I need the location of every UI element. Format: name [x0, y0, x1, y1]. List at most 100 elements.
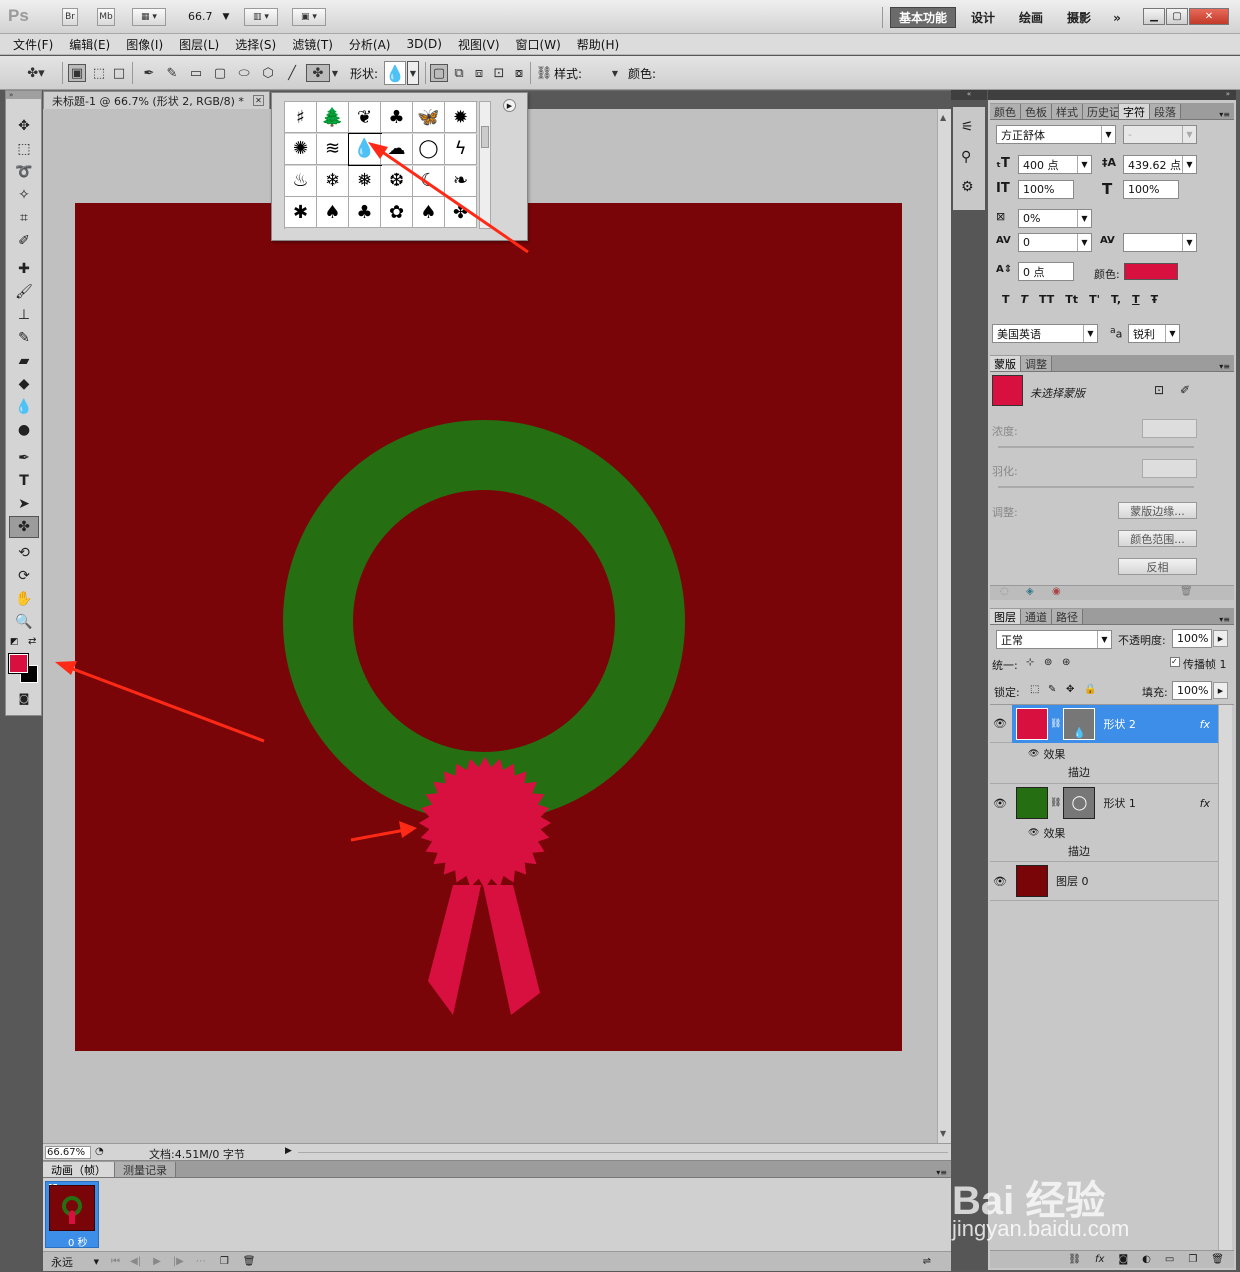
close-icon[interactable]: ✕: [1189, 8, 1229, 25]
crop-tool-icon[interactable]: ⌗: [9, 207, 39, 229]
tree-shape-icon[interactable]: 🌲: [317, 102, 349, 133]
subtract-shape-area-icon[interactable]: ⧈: [470, 64, 488, 82]
line-tool-icon[interactable]: ╱: [283, 64, 301, 82]
pixel-mask-icon[interactable]: ⊡: [1154, 383, 1164, 397]
loop-select[interactable]: 永远 ▼: [51, 1254, 99, 1270]
small-caps-button[interactable]: Tt: [1065, 293, 1078, 306]
density-field[interactable]: [1142, 419, 1197, 438]
snowflake1-shape-icon[interactable]: ❄: [317, 165, 349, 197]
menu-3d[interactable]: 3D(D): [398, 34, 449, 55]
zoom-combo[interactable]: 66.7 ▼: [188, 10, 229, 23]
pen-tool-icon[interactable]: ✒: [9, 447, 39, 469]
marquee-tool-icon[interactable]: ⬚: [9, 138, 39, 160]
intersect-shape-area-icon[interactable]: ⊡: [490, 64, 508, 82]
leaf-maple-shape-icon[interactable]: ✱: [285, 197, 317, 229]
close-document-icon[interactable]: ✕: [253, 95, 264, 106]
arrange-documents-button[interactable]: ▥ ▾: [244, 8, 278, 26]
tab-swatches[interactable]: 色板: [1021, 104, 1052, 119]
collapse-panels-icon[interactable]: »: [988, 90, 1236, 100]
load-selection-icon[interactable]: ◌: [1000, 586, 1009, 597]
apply-mask-icon[interactable]: ◈: [1026, 586, 1034, 597]
workspace-photography[interactable]: 摄影: [1058, 7, 1100, 28]
tab-masks[interactable]: 蒙版: [990, 356, 1021, 371]
first-frame-icon[interactable]: ⏮: [111, 1256, 120, 1267]
language-select[interactable]: 美国英语 ▼: [992, 324, 1098, 343]
vertical-scrollbar[interactable]: ▲ ▼: [937, 109, 951, 1143]
stroke-effect-label[interactable]: 描边: [1068, 843, 1090, 859]
layer-row[interactable]: 👁 图层 0: [990, 861, 1218, 901]
blend-mode-select[interactable]: 正常 ▼: [996, 630, 1112, 649]
workspace-painting[interactable]: 绘画: [1010, 7, 1052, 28]
unify-position-icon[interactable]: ⊹: [1026, 657, 1034, 668]
default-colors-icon[interactable]: ◩: [10, 637, 19, 647]
fill-field[interactable]: 100%: [1172, 681, 1212, 700]
more-workspaces-icon[interactable]: »: [1106, 7, 1128, 28]
fill-pixels-mode-icon[interactable]: □: [110, 64, 128, 82]
baseline-shift-field[interactable]: 0 点: [1018, 262, 1074, 281]
new-group-icon[interactable]: ▭: [1165, 1254, 1174, 1265]
delete-mask-icon[interactable]: 🗑: [1180, 586, 1193, 597]
quick-mask-icon[interactable]: ◙: [9, 687, 39, 709]
menu-edit[interactable]: 编辑(E): [61, 34, 118, 55]
brushes-icon[interactable]: ⚲: [961, 149, 971, 165]
status-menu-icon[interactable]: ◔: [95, 1146, 104, 1157]
faux-italic-button[interactable]: T: [1021, 293, 1029, 306]
swap-colors-icon[interactable]: ⇄: [28, 636, 36, 647]
freeform-pen-icon[interactable]: ✎: [163, 64, 181, 82]
underline-button[interactable]: T: [1132, 293, 1140, 306]
opacity-field[interactable]: 100%: [1172, 629, 1212, 648]
frame-delay[interactable]: 0 秒: [68, 1234, 88, 1249]
subscript-button[interactable]: T,: [1111, 293, 1121, 306]
add-shape-area-icon[interactable]: ⧉: [450, 64, 468, 82]
view-extras-button[interactable]: ▦ ▾: [132, 8, 166, 26]
lock-all-icon[interactable]: 🔒: [1084, 684, 1096, 695]
tool-preset-picker[interactable]: ✤▾: [20, 64, 52, 82]
chain-link-icon[interactable]: ⛓: [1050, 798, 1061, 808]
pen-tool-icon[interactable]: ✒: [140, 64, 158, 82]
add-style-icon[interactable]: fx: [1095, 1254, 1104, 1265]
density-slider[interactable]: [998, 446, 1194, 448]
tab-paragraph[interactable]: 段落: [1150, 104, 1181, 119]
visibility-eye-icon[interactable]: 👁: [1028, 828, 1039, 838]
tab-color[interactable]: 颜色: [990, 104, 1021, 119]
document-tab[interactable]: 未标题-1 @ 66.7% (形状 2, RGB/8) * ✕: [43, 91, 270, 109]
custom-shape-tool-button[interactable]: ✤: [306, 64, 330, 82]
menu-analysis[interactable]: 分析(A): [341, 34, 399, 55]
mini-bridge-button[interactable]: Mb: [97, 8, 115, 26]
feather-field[interactable]: [1142, 459, 1197, 478]
3d-orbit-icon[interactable]: ⟳: [9, 565, 39, 587]
history-brush-icon[interactable]: ✎: [9, 327, 39, 349]
layer-row[interactable]: 👁 ⛓ ◯ 形状 1 fx: [990, 784, 1218, 822]
opacity-slider-icon[interactable]: ▶: [1213, 630, 1228, 647]
menu-file[interactable]: 文件(F): [5, 34, 61, 55]
unify-visibility-icon[interactable]: ⊚: [1044, 657, 1052, 668]
sun-shape-icon[interactable]: ✺: [285, 133, 317, 165]
shape-picker-menu-icon[interactable]: ▶: [503, 99, 516, 112]
layers-scrollbar[interactable]: [1218, 705, 1232, 1250]
effects-row[interactable]: 👁 效果: [1028, 823, 1065, 842]
delete-frame-icon[interactable]: 🗑: [243, 1256, 256, 1267]
color-range-button[interactable]: 颜色范围...: [1118, 530, 1197, 547]
grid-shape-icon[interactable]: ♯: [285, 102, 317, 133]
menu-help[interactable]: 帮助(H): [569, 34, 627, 55]
canvas-area[interactable]: [43, 109, 937, 1143]
horizontal-scrollbar[interactable]: [298, 1152, 948, 1153]
menu-layer[interactable]: 图层(L): [171, 34, 227, 55]
foreground-color-swatch[interactable]: [8, 653, 29, 674]
tween-icon[interactable]: ⋯: [196, 1256, 206, 1267]
fern-shape-icon[interactable]: ❦: [349, 102, 381, 133]
collapse-icons-icon[interactable]: «: [951, 90, 987, 100]
animation-frame[interactable]: 1 0 秒: [45, 1181, 99, 1249]
disable-mask-icon[interactable]: ◉: [1052, 586, 1061, 597]
clone-stamp-icon[interactable]: ⊥: [9, 304, 39, 326]
propagate-frame-checkbox[interactable]: ✓: [1170, 657, 1180, 667]
lock-transparency-icon[interactable]: ⬚: [1030, 684, 1039, 695]
minimize-icon[interactable]: ▁: [1143, 8, 1165, 25]
fx-icon[interactable]: fx: [1200, 797, 1210, 810]
brush-tool-icon[interactable]: 🖌: [9, 281, 39, 303]
panel-collapse-icon[interactable]: »: [6, 91, 41, 99]
horizontal-scale-field[interactable]: 100%: [1123, 180, 1179, 199]
tsume-field[interactable]: 0% ▼: [1018, 209, 1092, 228]
tab-history[interactable]: 历史记录: [1083, 104, 1119, 119]
tracking-field[interactable]: ▼: [1123, 233, 1197, 252]
